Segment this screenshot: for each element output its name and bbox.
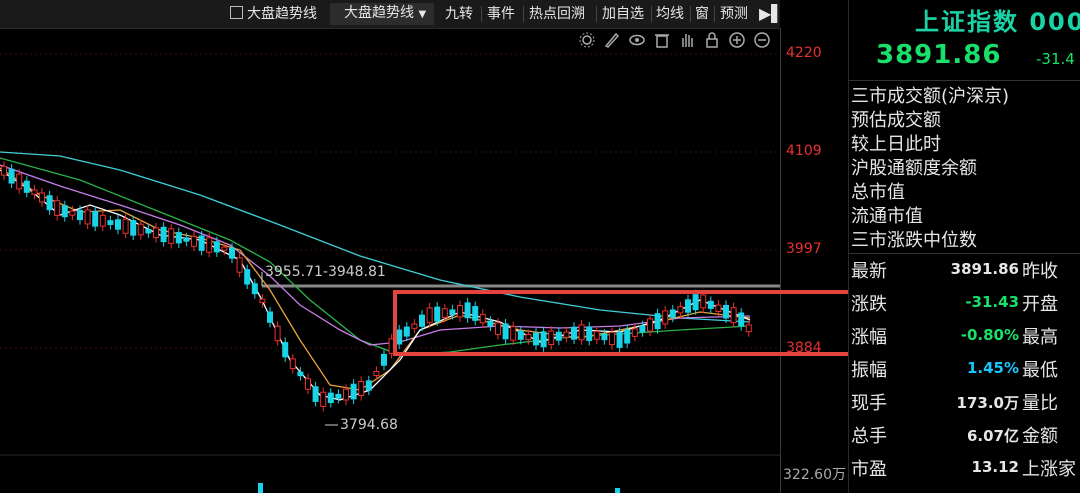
candle-body <box>16 173 23 190</box>
candle-body <box>160 226 167 243</box>
candle-body <box>198 235 205 251</box>
quote-value: 173.0万 <box>956 394 1019 412</box>
quote-value: 13.12 <box>971 458 1019 476</box>
candle-body <box>77 209 83 221</box>
quote-label: 总手 <box>851 426 887 447</box>
quote-value: 1.45% <box>966 359 1019 377</box>
candle-body <box>54 200 61 216</box>
volume-tick: 322.60万 <box>783 467 846 483</box>
candle-body <box>107 220 114 226</box>
quote-label: 涨幅 <box>851 327 887 348</box>
candle-body <box>343 388 349 401</box>
candle-body <box>221 246 228 251</box>
candle-body <box>350 383 357 400</box>
quote-label: 最新 <box>851 261 887 282</box>
candle-body <box>168 228 175 244</box>
quote-value: -0.80% <box>960 326 1019 344</box>
y-tick-4109: 4109 <box>786 143 822 159</box>
info-median-change: 三市涨跌中位数 <box>851 230 977 251</box>
candle-body <box>84 209 91 225</box>
quote-label: 振幅 <box>851 360 887 381</box>
y-tick-3997: 3997 <box>786 241 822 257</box>
candle-body <box>267 311 273 323</box>
candle-body <box>335 393 342 399</box>
quote-value: 3891.86 <box>950 260 1019 278</box>
candle-body <box>289 358 296 370</box>
last-price: 3891.86 <box>876 40 1002 70</box>
range-annotation: 3955.71-3948.81 <box>265 264 386 280</box>
quote-label: 市盈 <box>851 459 887 480</box>
candle-body <box>46 195 53 211</box>
candle-body <box>8 168 15 184</box>
price-change: -31.4 <box>1036 50 1075 68</box>
candlestick-chart[interactable] <box>0 0 850 493</box>
highlight-box <box>393 290 891 356</box>
candle-body <box>236 257 243 273</box>
candle-body <box>381 353 387 366</box>
volume-bar <box>258 483 263 493</box>
candle-body <box>365 380 372 391</box>
candle-body <box>137 223 144 236</box>
candle-body <box>145 228 152 234</box>
candle-body <box>99 214 106 227</box>
candle-body <box>305 378 311 390</box>
quote-label: 现手 <box>851 393 887 414</box>
candle-body <box>23 180 30 193</box>
candle-body <box>191 235 197 247</box>
candle-body <box>259 298 266 303</box>
index-title: 上证指数 000 <box>915 8 1080 36</box>
info-total-mktcap: 总市值 <box>851 182 905 203</box>
quote-label: 涨跌 <box>851 294 887 315</box>
candle-body <box>183 237 190 242</box>
candle-body <box>373 370 380 377</box>
candle-body <box>251 283 258 295</box>
info-northbound-quota: 沪股通额度余额 <box>851 158 977 179</box>
quote-label-2: 最低 <box>1022 360 1058 381</box>
candle-body <box>69 210 76 216</box>
quote-label-2: 量比 <box>1022 393 1058 414</box>
candle-body <box>358 380 365 397</box>
candle-body <box>297 371 304 377</box>
candle-body <box>92 210 99 227</box>
quote-label-2: 上涨家 <box>1022 459 1076 480</box>
quote-value: 6.07亿 <box>966 427 1019 445</box>
candle-body <box>153 227 159 239</box>
candle-body <box>213 241 220 253</box>
candle-body <box>61 205 68 218</box>
candle-body <box>244 269 251 285</box>
low-annotation: 3794.68 <box>340 417 398 433</box>
candle-body <box>274 325 281 342</box>
quote-value: -31.43 <box>965 293 1019 311</box>
candle-body <box>206 237 213 253</box>
volume-bar <box>615 488 620 493</box>
quote-label-2: 最高 <box>1022 327 1058 348</box>
candle-body <box>312 386 319 402</box>
candle-body <box>130 220 137 236</box>
candle-body <box>31 189 38 195</box>
candle-body <box>282 342 289 358</box>
candle-body <box>327 392 334 404</box>
candle-body <box>1 165 7 176</box>
candle-body <box>115 219 121 230</box>
quote-label-2: 开盘 <box>1022 294 1058 315</box>
y-tick-4220: 4220 <box>786 45 822 61</box>
quote-label-2: 金额 <box>1022 426 1058 447</box>
info-vs-yesterday: 较上日此时 <box>851 134 941 155</box>
info-est-turnover: 预估成交额 <box>851 110 941 131</box>
quote-label-2: 昨收 <box>1022 261 1058 282</box>
candle-body <box>122 218 129 234</box>
info-turnover-3markets: 三市成交额(沪深京) <box>851 86 1010 107</box>
info-float-mktcap: 流通市值 <box>851 206 923 227</box>
candle-body <box>229 247 235 259</box>
candle-body <box>175 232 182 244</box>
candle-body <box>320 391 327 407</box>
candle-body <box>39 192 45 203</box>
